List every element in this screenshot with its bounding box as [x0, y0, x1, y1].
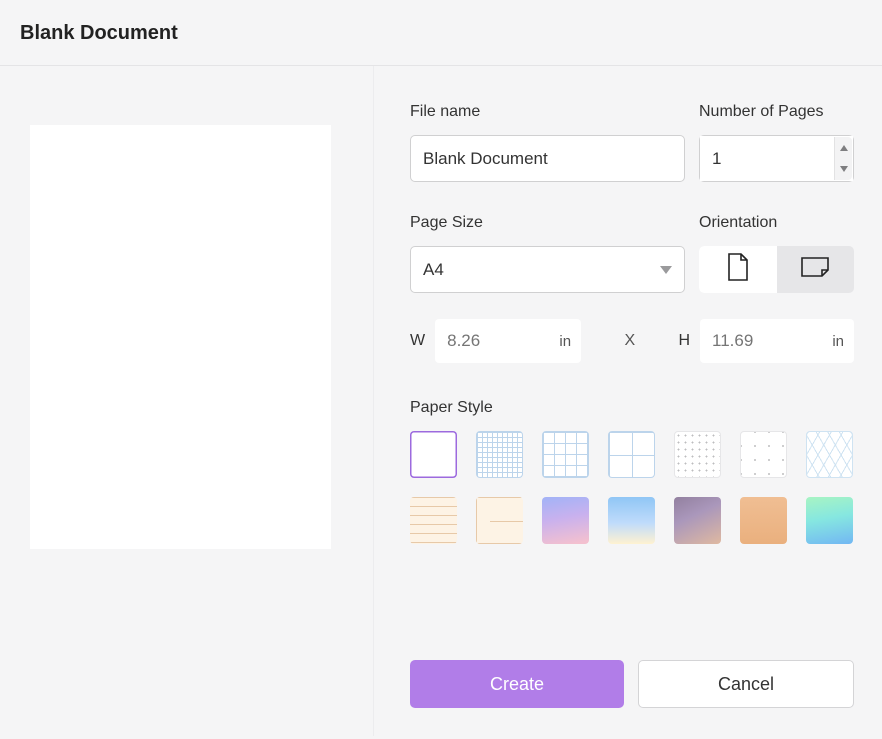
paper-style-dots-large[interactable] [740, 431, 787, 478]
orientation-landscape[interactable] [777, 246, 855, 293]
paper-style-gradient-mint-blue[interactable] [806, 497, 853, 544]
page-size-select[interactable]: A4 [410, 246, 685, 293]
file-name-input[interactable] [410, 135, 685, 182]
page-preview [30, 125, 331, 549]
dimension-separator: X [591, 332, 668, 350]
orientation-portrait[interactable] [699, 246, 777, 293]
width-input[interactable] [447, 331, 559, 351]
height-input[interactable] [712, 331, 832, 351]
paper-style-gradient-sky[interactable] [608, 497, 655, 544]
portrait-page-icon [727, 253, 749, 286]
dialog-body: File name Number of Pages Page Size A4 [0, 66, 882, 736]
cancel-button[interactable]: Cancel [638, 660, 854, 708]
height-unit: in [832, 333, 844, 350]
orientation-toggle [699, 246, 854, 293]
preview-panel [0, 66, 374, 736]
height-label: H [678, 332, 690, 350]
dialog-footer: Create Cancel [410, 660, 854, 708]
paper-style-grid-small[interactable] [476, 431, 523, 478]
paper-style-solid-tan[interactable] [740, 497, 787, 544]
width-input-wrap: in [435, 319, 581, 363]
paper-style-label: Paper Style [410, 399, 854, 417]
pages-input[interactable] [700, 136, 853, 181]
paper-style-gradient-lavender[interactable] [542, 497, 589, 544]
orientation-label: Orientation [699, 214, 854, 232]
paper-style-grid-large[interactable] [608, 431, 655, 478]
page-size-value: A4 [423, 260, 660, 280]
file-name-label: File name [410, 103, 685, 121]
pages-label: Number of Pages [699, 103, 854, 121]
paper-style-grid [410, 431, 854, 544]
paper-style-isometric[interactable] [806, 431, 853, 478]
paper-style-gradient-dusk[interactable] [674, 497, 721, 544]
chevron-down-icon [660, 261, 672, 279]
paper-style-blank[interactable] [410, 431, 457, 478]
create-button[interactable]: Create [410, 660, 624, 708]
paper-style-dots-small[interactable] [674, 431, 721, 478]
dialog-title: Blank Document [20, 22, 862, 45]
pages-increment[interactable] [835, 137, 852, 159]
width-unit: in [559, 333, 571, 350]
width-label: W [410, 332, 425, 350]
form-panel: File name Number of Pages Page Size A4 [374, 66, 882, 736]
height-input-wrap: in [700, 319, 854, 363]
landscape-page-icon [801, 256, 829, 283]
page-size-label: Page Size [410, 214, 685, 232]
paper-style-lined-beige[interactable] [410, 497, 457, 544]
paper-style-manuscript-beige[interactable] [476, 497, 523, 544]
pages-spinner [834, 137, 852, 180]
pages-decrement[interactable] [835, 159, 852, 181]
dialog-header: Blank Document [0, 0, 882, 66]
paper-style-grid-medium[interactable] [542, 431, 589, 478]
